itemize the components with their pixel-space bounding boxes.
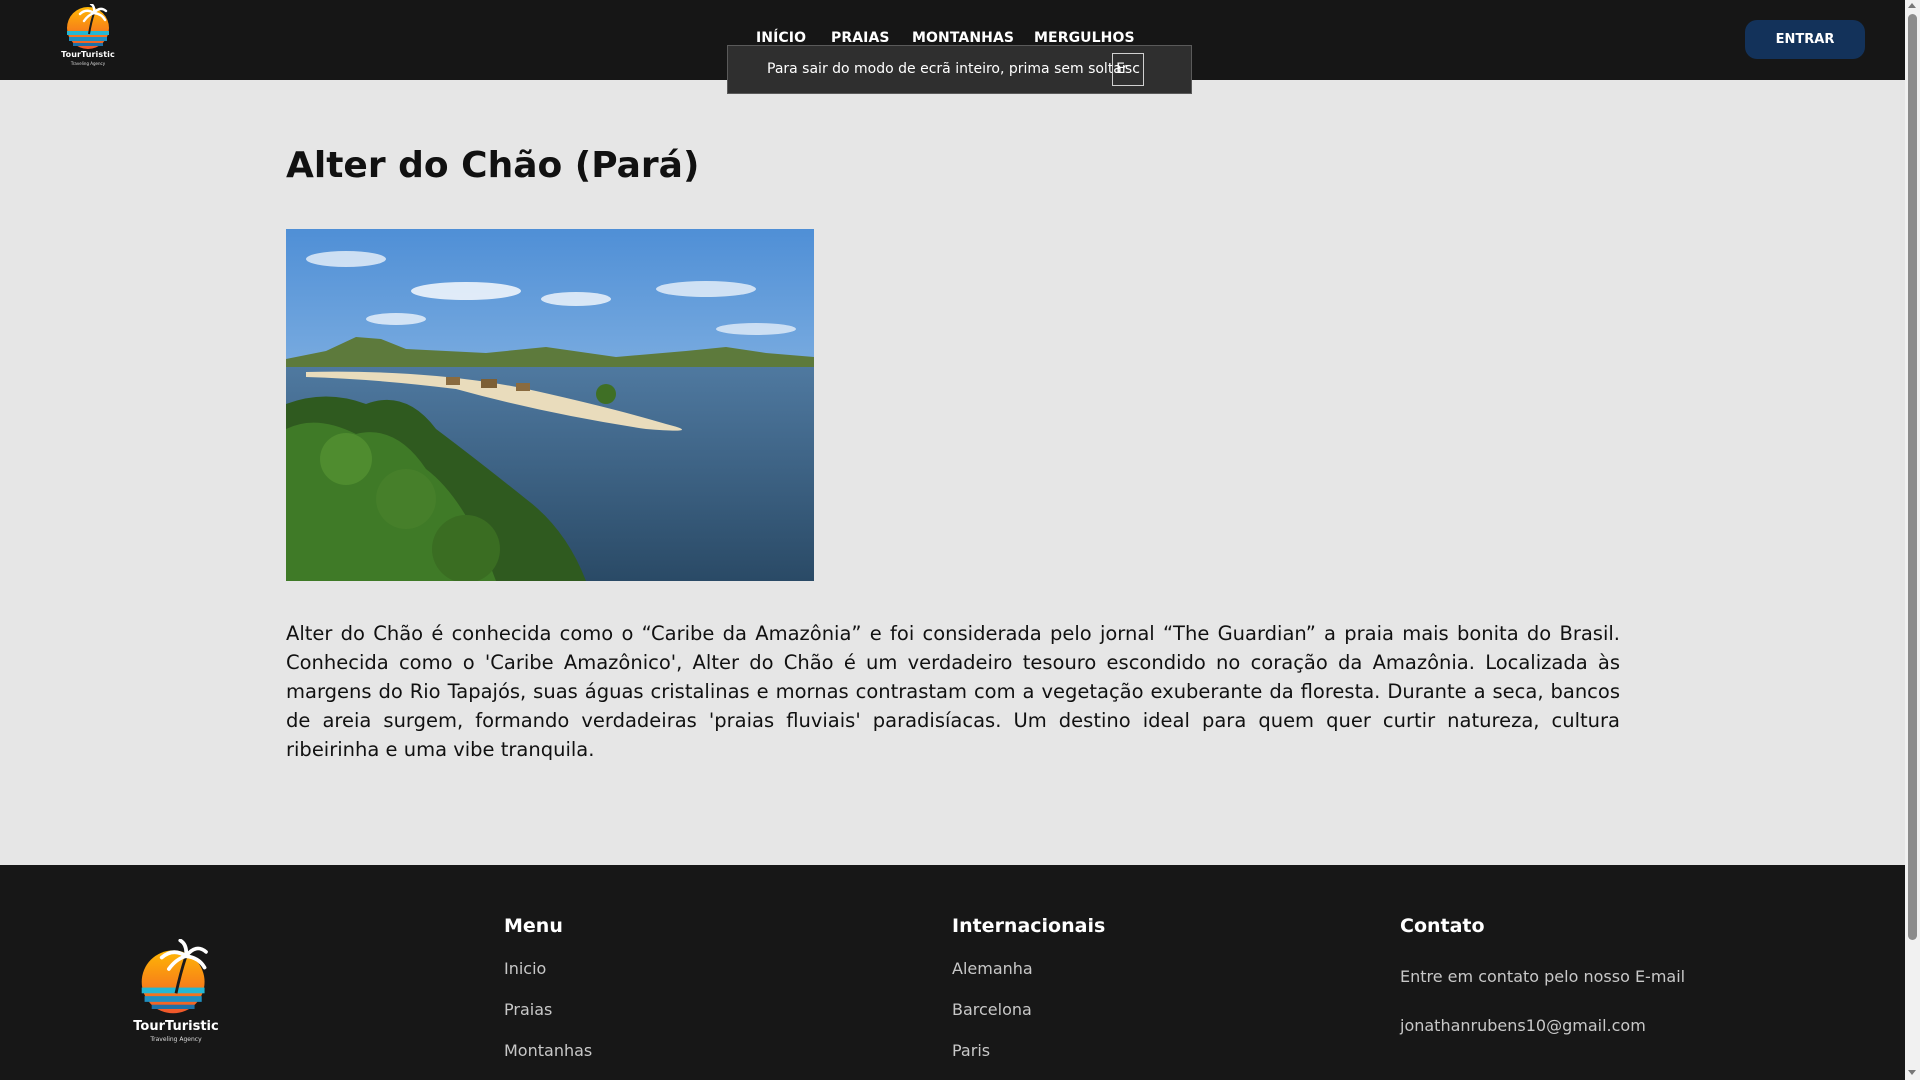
palm-sunset-logo-icon <box>141 938 208 1014</box>
fullscreen-exit-notice: Para sair do modo de ecrã inteiro, prima… <box>727 45 1192 94</box>
footer-contact-email[interactable]: jonathanrubens10@gmail.com <box>1400 1016 1646 1035</box>
footer-contact-column: Contato Entre em contato pelo nosso E-ma… <box>1400 915 1685 1035</box>
header-logo-name: TourTuristic <box>61 50 115 59</box>
scroll-up-arrow-icon[interactable] <box>1908 3 1916 8</box>
footer-logo[interactable]: TourTuristic Traveling Agency <box>133 938 219 1049</box>
footer-link-praias[interactable]: Praias <box>504 1000 552 1019</box>
footer-link-alemanha[interactable]: Alemanha <box>952 959 1033 978</box>
page-title: Alter do Chão (Pará) <box>286 145 700 186</box>
scroll-down-arrow-icon[interactable] <box>1908 1070 1916 1075</box>
footer-link-inicio[interactable]: Inicio <box>504 959 546 978</box>
page: TourTuristic Traveling Agency INÍCIO PRA… <box>0 0 1920 1080</box>
esc-key-badge: Esc <box>1112 53 1144 86</box>
footer-international-column: Internacionais Alemanha Barcelona Paris <box>952 915 1106 1060</box>
footer-logo-name: TourTuristic <box>133 1019 219 1034</box>
destination-photo <box>286 229 814 581</box>
header-logo-tagline: Traveling Agency <box>70 61 106 66</box>
footer-menu-title: Menu <box>504 915 563 937</box>
footer-link-montanhas[interactable]: Montanhas <box>504 1041 592 1060</box>
vertical-scrollbar[interactable] <box>1905 0 1920 1080</box>
footer-logo-tagline: Traveling Agency <box>150 1036 202 1043</box>
footer-contact-text: Entre em contato pelo nosso E-mail <box>1400 967 1686 986</box>
destination-description: Alter do Chão é conhecida como o “Caribe… <box>286 622 1620 761</box>
nav-item-montanhas[interactable]: MONTANHAS <box>912 30 1014 46</box>
fullscreen-notice-text: Para sair do modo de ecrã inteiro, prima… <box>767 61 1128 77</box>
footer-contact-title: Contato <box>1400 915 1485 937</box>
site-footer: TourTuristic Traveling Agency Menu Inici… <box>0 865 1905 1080</box>
scrollbar-thumb[interactable] <box>1908 14 1917 940</box>
footer-link-barcelona[interactable]: Barcelona <box>952 1000 1032 1019</box>
nav-item-praias[interactable]: PRAIAS <box>831 30 890 46</box>
footer-menu-column: Menu Inicio Praias Montanhas <box>504 915 592 1060</box>
nav-item-inicio[interactable]: INÍCIO <box>756 30 806 46</box>
footer-international-title: Internacionais <box>952 915 1106 937</box>
beach-river-photo-icon <box>286 229 814 581</box>
header-logo[interactable]: TourTuristic Traveling Agency <box>58 2 118 70</box>
nav-item-mergulhos[interactable]: MERGULHOS <box>1034 30 1135 46</box>
footer-link-paris[interactable]: Paris <box>952 1041 990 1060</box>
login-button[interactable]: ENTRAR <box>1745 20 1865 59</box>
palm-sunset-logo-icon <box>67 2 109 49</box>
